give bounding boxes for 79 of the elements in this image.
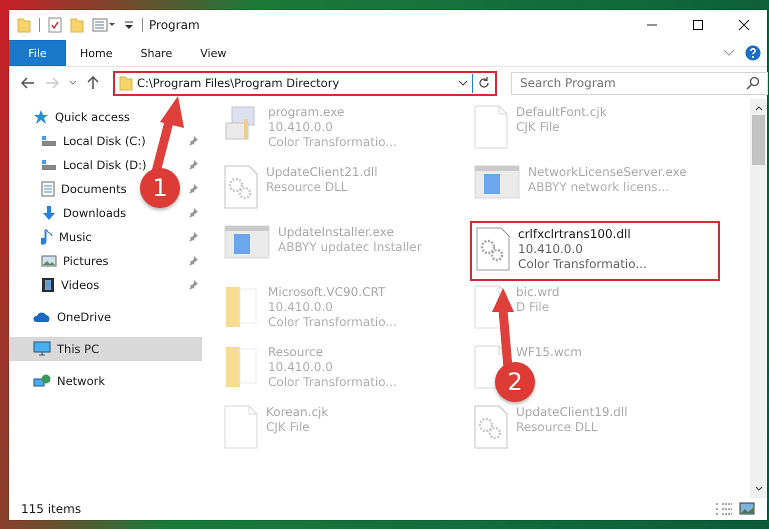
thumbnail-view-icon[interactable]: [739, 502, 755, 516]
file-detail: Resource DLL: [266, 180, 348, 195]
step-number-badge: 2: [495, 362, 535, 402]
pin-icon[interactable]: [188, 136, 198, 146]
chevron-down-icon[interactable]: [69, 80, 77, 86]
file-detail: Color Transformatio...: [268, 135, 397, 150]
monitor-icon: [33, 341, 51, 357]
gears-file-icon: [476, 227, 510, 271]
film-icon: [41, 277, 55, 293]
application-window-icon: [474, 165, 520, 199]
back-arrow-icon[interactable]: [21, 77, 35, 89]
address-bar[interactable]: C:\Program Files\Program Directory: [113, 70, 497, 96]
sidebar-item[interactable]: Network: [9, 369, 202, 393]
file-detail: Color Transformatio...: [268, 375, 397, 390]
item-count: 115 items: [21, 502, 82, 516]
cloud-icon: [33, 311, 51, 323]
drive-icon: [41, 158, 57, 172]
star-icon: [33, 109, 49, 125]
sidebar-item[interactable]: Quick access: [9, 105, 202, 129]
file-detail: Resource DLL: [516, 420, 598, 435]
pin-icon[interactable]: [188, 160, 198, 170]
dropdown-icon[interactable]: [124, 19, 134, 31]
scrollbar-thumb[interactable]: [752, 115, 765, 165]
file-detail: Color Transformatio...: [268, 315, 397, 330]
sidebar-item[interactable]: Documents: [61, 182, 127, 196]
gears-file-icon: [224, 165, 258, 209]
properties-icon[interactable]: [92, 18, 116, 32]
application-window-icon: [224, 225, 270, 259]
scrollbar[interactable]: [750, 99, 767, 498]
details-view-icon[interactable]: [715, 502, 733, 516]
file-detail: CJK File: [266, 420, 311, 435]
sidebar-item[interactable]: This PC: [9, 337, 202, 361]
sidebar-item[interactable]: Downloads: [63, 206, 126, 220]
file-menu-button[interactable]: File: [9, 40, 66, 66]
pin-icon[interactable]: [188, 232, 198, 242]
pin-icon[interactable]: [188, 208, 198, 218]
folder-icon: [17, 17, 31, 33]
picture-icon: [41, 254, 57, 268]
file-detail: ABBYY updatec Installer: [278, 240, 422, 255]
file-detail: CJK File: [516, 120, 561, 135]
sidebar-item[interactable]: Pictures: [63, 254, 109, 268]
file-name: crlfxclrtrans100.dll: [518, 227, 632, 242]
window-title: Program: [149, 18, 201, 32]
file-detail: 10.410.0.0: [518, 242, 584, 257]
help-icon[interactable]: [745, 45, 761, 61]
up-arrow-icon[interactable]: [87, 76, 99, 90]
ribbon-tab[interactable]: Home: [66, 40, 126, 66]
ribbon-tab[interactable]: View: [186, 40, 240, 66]
music-note-icon: [41, 229, 53, 245]
pin-icon[interactable]: [188, 280, 198, 290]
file-detail: ABBYY network licens...: [528, 180, 670, 195]
close-icon: [738, 19, 750, 31]
chevron-down-icon[interactable]: [723, 49, 735, 57]
document-icon: [41, 181, 55, 197]
file-detail: 10.410.0.0: [268, 360, 334, 375]
scroll-up-icon[interactable]: [754, 105, 762, 111]
drive-icon: [41, 134, 57, 148]
pin-icon[interactable]: [188, 256, 198, 266]
sidebar-item[interactable]: OneDrive: [9, 305, 202, 329]
sidebar-item[interactable]: Music: [59, 230, 92, 244]
maximize-icon: [692, 19, 704, 31]
sidebar-item[interactable]: Local Disk (C:): [63, 134, 146, 148]
gears-file-icon: [474, 405, 508, 449]
folder-icon[interactable]: [70, 17, 84, 33]
sidebar-item[interactable]: Videos: [61, 278, 100, 292]
file-item[interactable]: crlfxclrtrans100.dll 10.410.0.0 Color Transformatio...: [470, 221, 720, 281]
checkmark-icon[interactable]: [48, 17, 62, 33]
network-icon: [33, 373, 51, 389]
file-detail: 10.410.0.0: [268, 300, 334, 315]
blank-file-icon: [224, 405, 258, 449]
file-detail: Color Transformatio...: [518, 257, 647, 272]
down-arrow-icon: [41, 205, 57, 221]
blank-file-icon: [474, 105, 508, 149]
file-detail: D File: [516, 300, 550, 315]
scroll-down-icon[interactable]: [754, 486, 762, 492]
pin-icon[interactable]: [188, 184, 198, 194]
ribbon-tab[interactable]: Share: [126, 40, 186, 66]
search-field[interactable]: Search Program: [511, 72, 768, 94]
file-detail: 10.410.0.0: [268, 120, 334, 135]
